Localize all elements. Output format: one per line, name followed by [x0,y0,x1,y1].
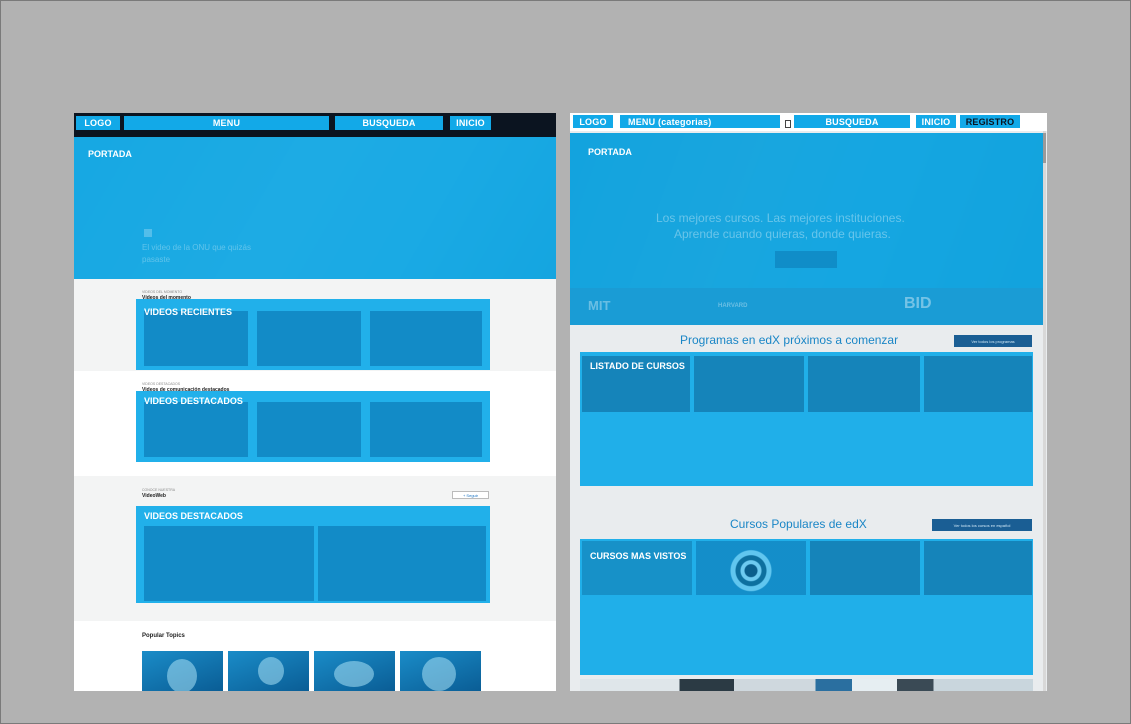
left-hero-caption: El video de la ONU que quizás [142,243,251,252]
left-recent-label: VIDEOS RECIENTES [144,307,233,317]
left-recent-thumb-3[interactable] [370,311,482,366]
left-videoweb-thumb-2[interactable] [318,526,486,601]
left-home-button[interactable]: INICIO [450,116,491,130]
left-logo-button[interactable]: LOGO [76,116,120,130]
hero-cta-button[interactable] [775,251,837,268]
left-recent-kicker: VIDEOS DEL MOMENTO [142,290,183,294]
popular-card-1[interactable] [582,541,692,595]
play-icon[interactable] [144,229,152,237]
left-wireframe: LOGO MENU BUSQUEDA INICIO PORTADA El vid… [74,113,556,691]
left-recent-thumb-1[interactable] [144,311,248,366]
left-videoweb-label: VIDEOS DESTACADOS [144,511,243,521]
right-home-label: INICIO [921,116,951,127]
course-card-2[interactable] [694,356,804,412]
left-home-label: INICIO [456,118,485,128]
popular-card-2[interactable] [696,541,806,595]
view-popular-button[interactable]: Ver todos los cursos en español [932,519,1032,531]
right-menu-button[interactable]: MENU (categorias) [619,114,781,129]
course-card-3[interactable] [808,356,920,412]
topic-card-1[interactable] [142,651,223,691]
left-featured-kicker: VIDEOS DESTACADOS [142,382,181,386]
more-courses-strip [580,679,1033,691]
right-logo-button[interactable]: LOGO [572,114,614,129]
scrollbar-thumb[interactable] [1043,133,1046,163]
left-logo-label: LOGO [84,118,112,128]
left-recent-thumb-2[interactable] [257,311,361,366]
right-hero-label: PORTADA [588,147,632,157]
left-hero-label: PORTADA [88,149,132,159]
programs-heading: Programas en edX próximos a comenzar [680,333,899,347]
left-featured-label: VIDEOS DESTACADOS [144,396,243,406]
topic-card-2[interactable] [228,651,309,691]
partner-logos-strip [570,288,1043,325]
right-wireframe: LOGO MENU (categorias) BUSQUEDA INICIO R… [570,113,1047,691]
left-hero-caption-2: pasaste [142,255,171,264]
left-videoweb-kicker: CONOCE NUESTRA [142,488,176,492]
register-label: REGISTRO [965,116,1015,127]
right-menu-label: MENU (categorias) [628,116,712,127]
left-menu-label: MENU [212,118,241,128]
popular-label: CURSOS MAS VISTOS [590,551,687,561]
bid-logo: BID [904,295,932,312]
course-card-4[interactable] [924,356,1032,412]
course-list-label: LISTADO DE CURSOS [590,361,685,371]
right-logo-label: LOGO [579,116,607,127]
right-hero-headline-1: Los mejores cursos. Las mejores instituc… [656,211,905,225]
scrollbar-track[interactable] [1043,131,1046,691]
popular-heading: Cursos Populares de edX [730,517,867,531]
left-featured-thumb-2[interactable] [257,402,361,457]
search-icon[interactable] [785,120,791,128]
register-button[interactable]: REGISTRO [959,114,1021,129]
popular-card-3[interactable] [810,541,920,595]
left-search-button[interactable]: BUSQUEDA [335,116,443,130]
popular-card-4[interactable] [924,541,1032,595]
right-search-label: BUSQUEDA [825,116,879,127]
popular-topics-title: Popular Topics [142,633,185,639]
mit-logo: MIT [588,298,611,313]
right-home-button[interactable]: INICIO [915,114,957,129]
right-search-button[interactable]: BUSQUEDA [793,114,911,129]
left-videoweb-title: VideoWeb [142,493,166,499]
view-programs-button[interactable]: Ver todos los programas [954,335,1032,347]
left-featured-thumb-1[interactable] [144,402,248,457]
topic-card-3[interactable] [314,651,395,691]
harvard-logo: HARVARD [718,303,748,309]
left-search-label: BUSQUEDA [362,118,416,128]
left-menu-button[interactable]: MENU [124,116,329,130]
follow-button[interactable]: + Seguir [452,491,489,499]
topic-card-4[interactable] [400,651,481,691]
right-hero-headline-2: Aprende cuando quieras, donde quieras. [674,227,891,241]
left-videoweb-thumb-1[interactable] [144,526,314,601]
left-featured-thumb-3[interactable] [370,402,482,457]
